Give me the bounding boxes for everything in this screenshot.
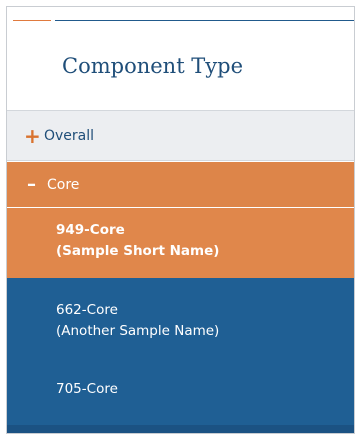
component-item-662-core[interactable]: 662-Core (Another Sample Name) (7, 278, 354, 363)
component-item-name: 705-Core (56, 381, 118, 397)
component-item-949-core[interactable]: 949-Core (Sample Short Name) (7, 208, 354, 278)
component-item-subtitle: (Sample Short Name) (56, 243, 220, 259)
expand-plus-icon[interactable]: + (24, 124, 44, 148)
panel-header: Component Type (7, 21, 354, 110)
group-overall[interactable]: + Overall (7, 110, 354, 161)
collapse-minus-icon[interactable]: – (27, 174, 47, 195)
component-item-name: 949-Core (56, 222, 125, 238)
component-item-name: 662-Core (56, 302, 118, 318)
group-core[interactable]: – Core (7, 162, 354, 207)
component-item-subtitle: (Another Sample Name) (56, 323, 220, 339)
list-bottom-edge (7, 425, 354, 433)
panel-title: Component Type (62, 53, 244, 78)
component-type-panel: Component Type + Overall – Core 949-Core… (6, 6, 355, 434)
component-item-705-core[interactable]: 705-Core (7, 363, 354, 433)
group-core-label: Core (47, 176, 80, 193)
group-overall-label: Overall (44, 127, 95, 144)
